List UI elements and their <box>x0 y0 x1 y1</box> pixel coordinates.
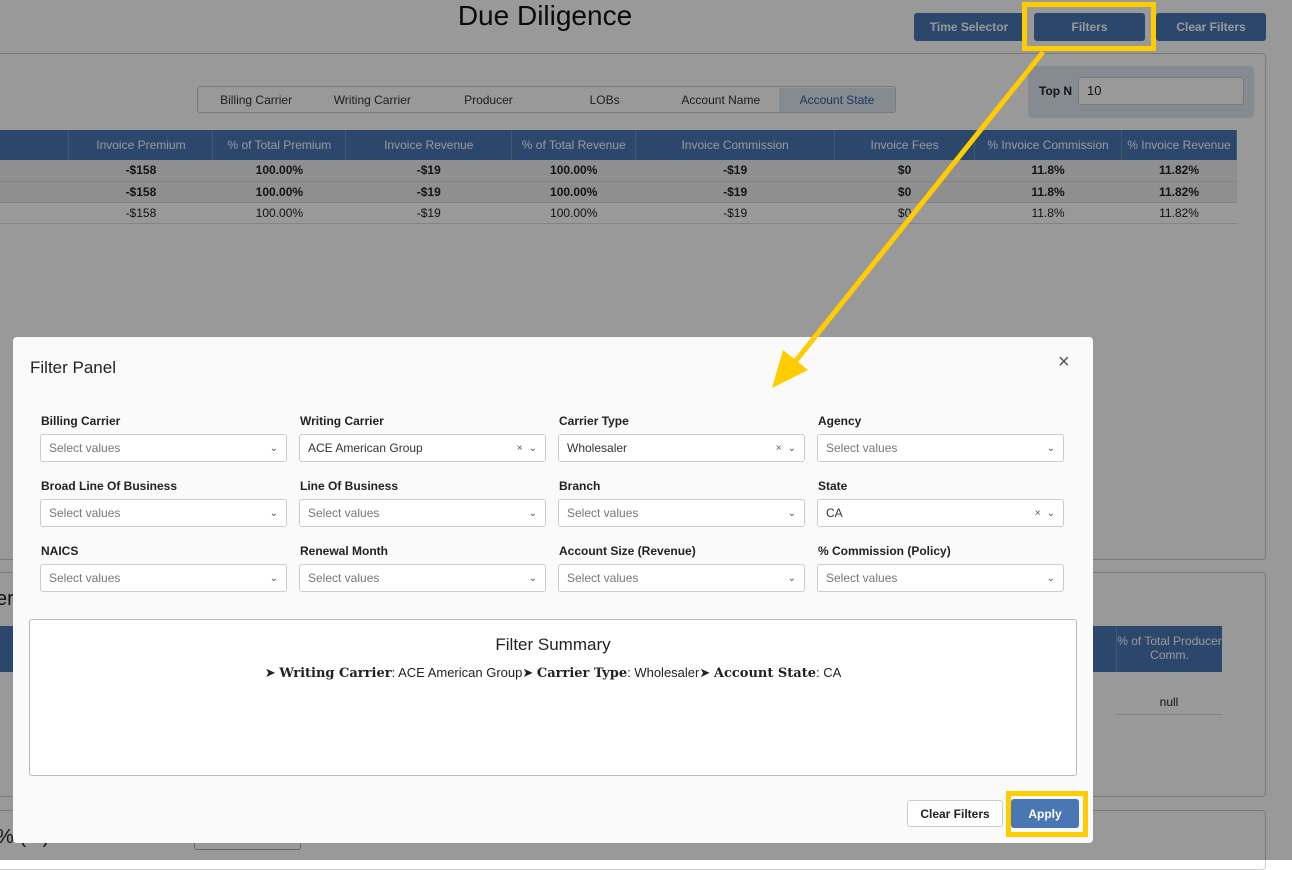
arrow-icon <box>772 50 1045 388</box>
